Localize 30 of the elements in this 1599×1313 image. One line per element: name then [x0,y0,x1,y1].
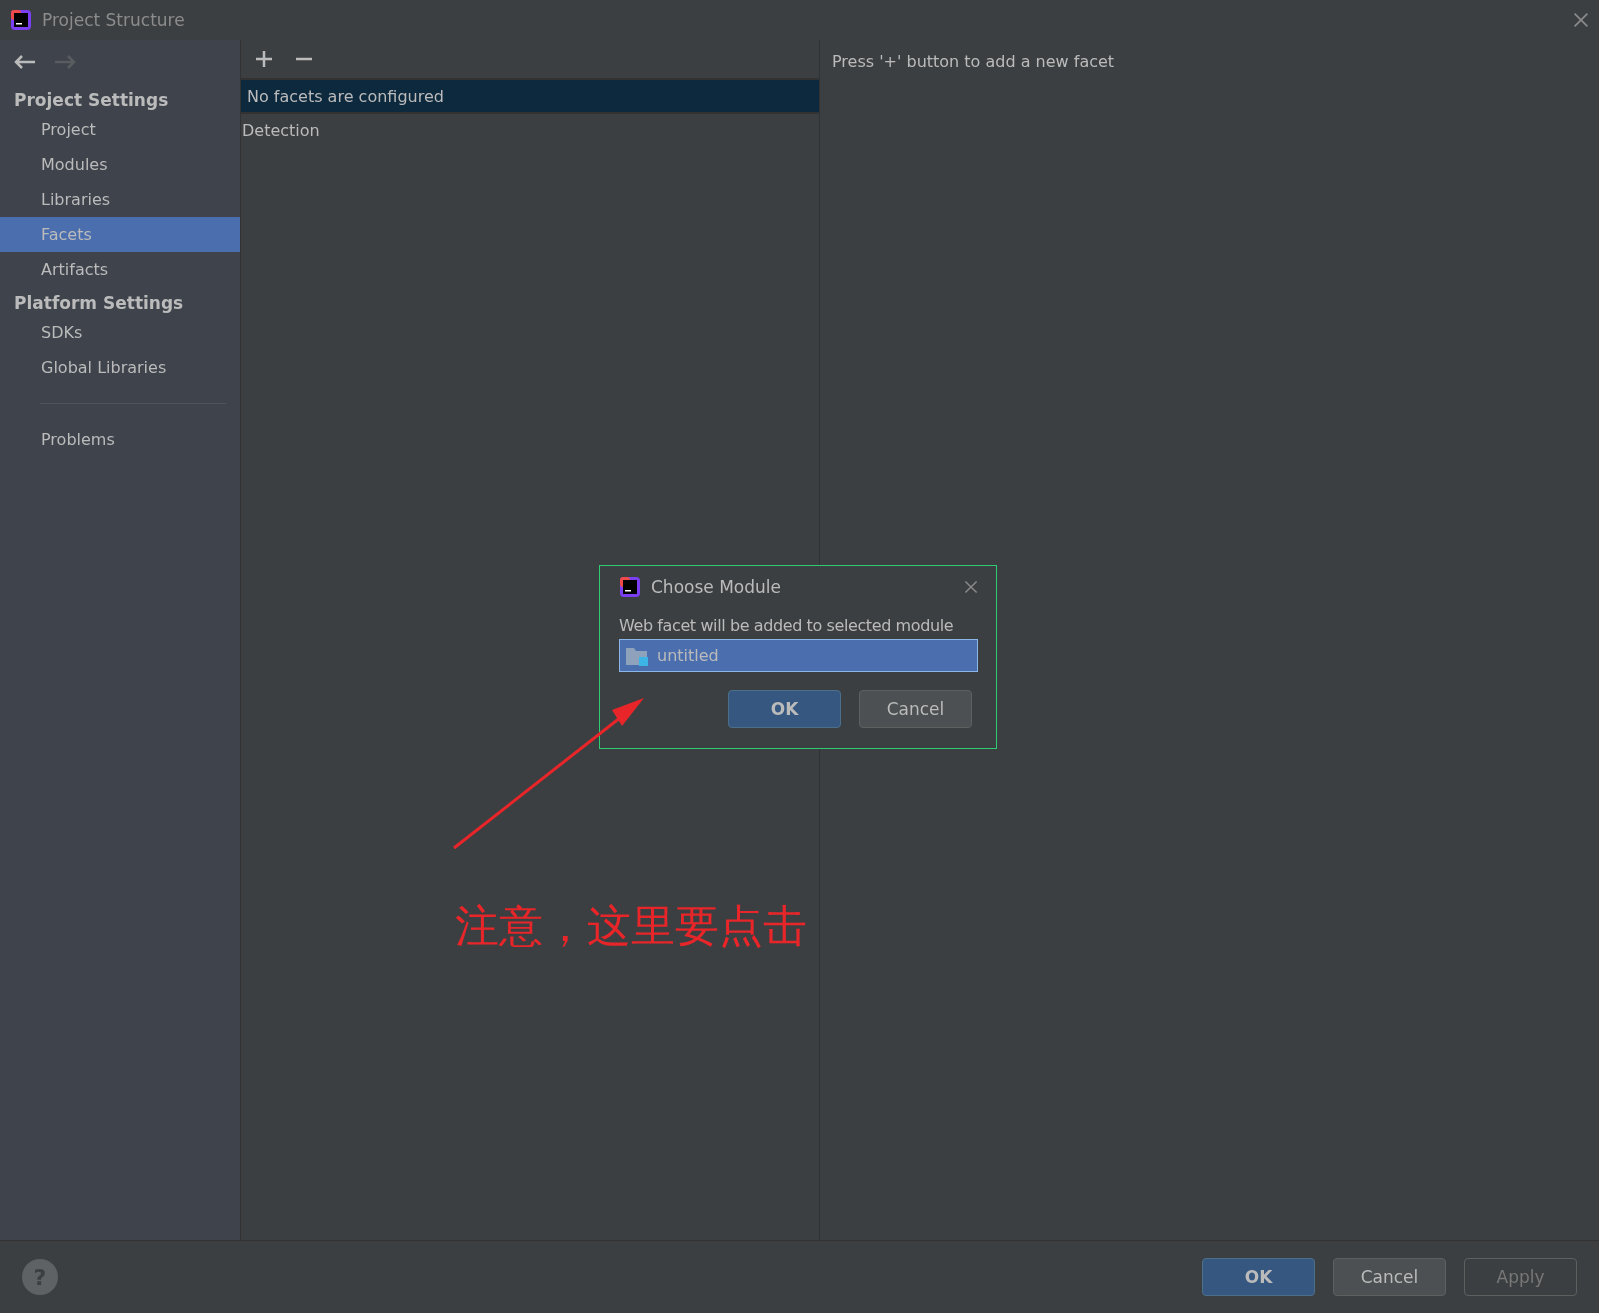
dialog-message: Web facet will be added to selected module [619,616,955,635]
list-row[interactable]: Detection [241,114,819,146]
app-logo-icon [10,9,32,31]
sidebar-item[interactable]: Modules [0,147,240,182]
dialog-button[interactable]: Cancel [1333,1258,1446,1296]
section-heading: Platform Settings [13,292,185,315]
module-name: untitled [657,646,719,665]
sidebar-item[interactable]: Global Libraries [0,350,240,385]
dialog-title: Choose Module [651,577,782,597]
close-icon[interactable] [1573,12,1589,28]
sidebar-item[interactable]: Libraries [0,182,240,217]
sidebar-item[interactable]: Project [0,112,240,147]
dialog-button[interactable]: OK [728,690,841,728]
sidebar-item[interactable]: Facets [0,217,240,252]
window-title: Project Structure [42,10,185,30]
dialog-button[interactable]: Cancel [859,690,972,728]
section-heading: Project Settings [13,89,170,112]
add-icon[interactable] [255,50,273,68]
app-logo-icon [619,576,641,598]
annotation-text: 注意，这里要点击 [455,899,807,953]
module-item[interactable]: untitled [619,639,978,672]
sidebar-item[interactable]: Artifacts [0,252,240,287]
remove-icon[interactable] [295,57,313,61]
close-icon[interactable] [964,580,978,594]
list-row[interactable]: No facets are configured [241,80,819,114]
sidebar-item[interactable]: Problems [0,422,240,457]
back-arrow-icon[interactable] [14,54,36,70]
dialog-button[interactable]: OK [1202,1258,1315,1296]
sidebar-item[interactable]: SDKs [0,315,240,350]
hint-text: Press '+' button to add a new facet [832,52,1115,71]
